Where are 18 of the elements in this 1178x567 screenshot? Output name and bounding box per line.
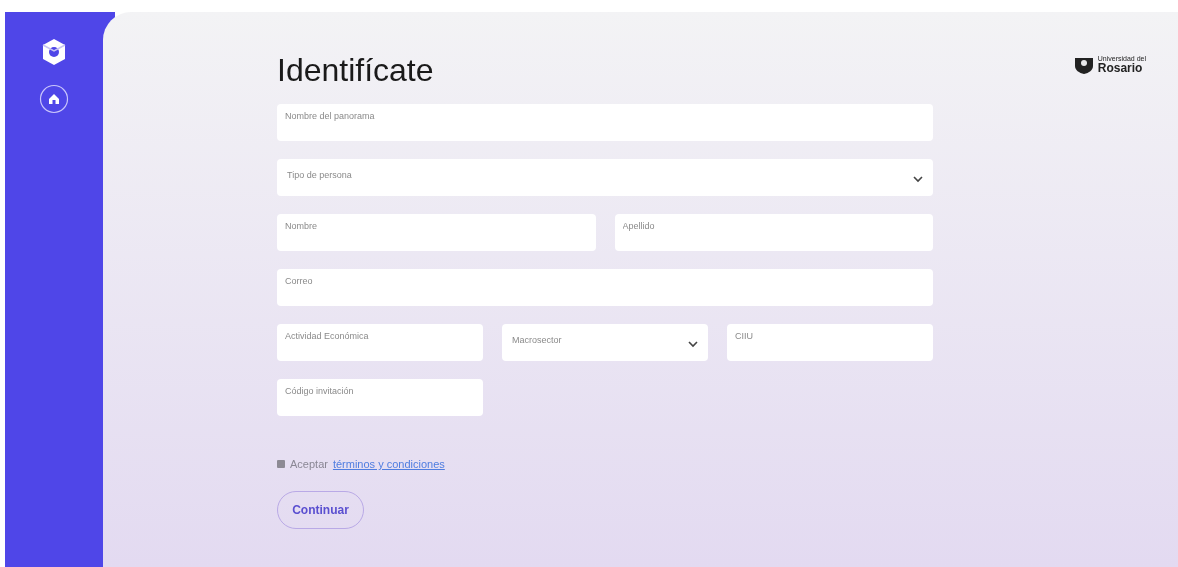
terms-label: Aceptar <box>290 457 328 472</box>
input-field[interactable]: Correo <box>277 269 933 306</box>
page-title: Identifícate <box>277 51 435 90</box>
logo-name: Rosario <box>1097 61 1143 74</box>
input-field[interactable]: Nombre <box>277 214 596 251</box>
input-field[interactable]: Actividad Económica <box>277 324 483 361</box>
checkbox[interactable] <box>277 460 285 469</box>
select-field[interactable]: Macrosector <box>502 324 708 361</box>
cube-logo-icon <box>41 38 67 66</box>
input-field[interactable]: CIIU <box>727 324 933 361</box>
home-icon[interactable] <box>39 84 69 114</box>
input-field[interactable]: Código invitación <box>277 379 483 416</box>
select-field[interactable]: Tipo de persona <box>277 159 933 196</box>
chevron-down-icon <box>913 176 923 183</box>
input-field[interactable]: Nombre del panorama <box>277 104 933 141</box>
input-field[interactable]: Apellido <box>614 214 933 251</box>
terms-link[interactable]: términos y condiciones <box>332 456 445 473</box>
chevron-down-icon <box>688 341 698 348</box>
